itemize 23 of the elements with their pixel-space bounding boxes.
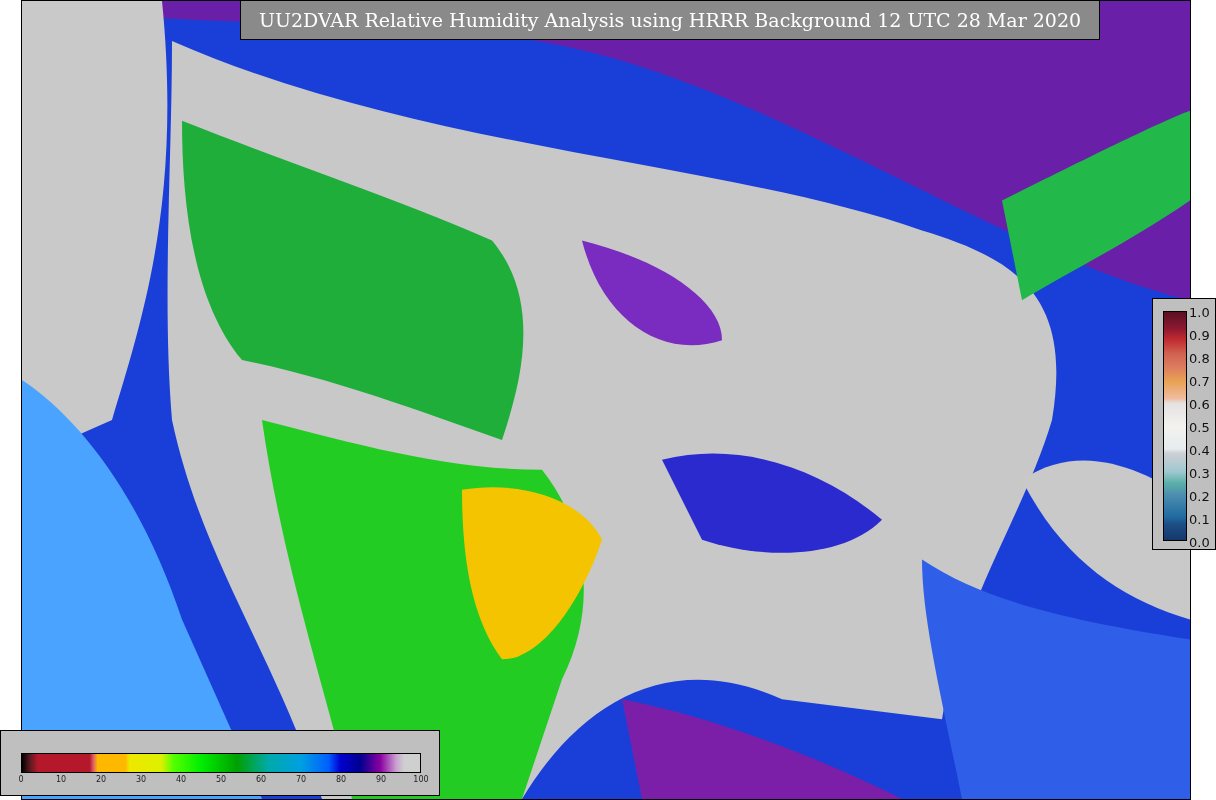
tick-label: 0.5 <box>1189 419 1210 437</box>
tick-label: 60 <box>255 775 267 784</box>
tick-label: 30 <box>135 775 147 784</box>
tick-label: 0.4 <box>1189 442 1210 460</box>
tick-label: 50 <box>215 775 227 784</box>
tick-label: 0.6 <box>1189 396 1210 414</box>
tick-label: 80 <box>335 775 347 784</box>
map-title: UU2DVAR Relative Humidity Analysis using HRRR Background 12 UTC 28 Mar 2020 <box>240 0 1100 40</box>
tick-label: 20 <box>95 775 107 784</box>
tick-label: 70 <box>295 775 307 784</box>
tick-label: 10 <box>55 775 67 784</box>
tick-label: 100 <box>413 775 429 784</box>
tick-label: 0.9 <box>1189 327 1210 345</box>
tick-label: 0.7 <box>1189 373 1210 391</box>
tick-label: 0.1 <box>1189 511 1210 529</box>
tick-label: 40 <box>175 775 187 784</box>
tick-label: 0.8 <box>1189 350 1210 368</box>
tick-label: 0.0 <box>1189 534 1210 552</box>
tick-label: 0.3 <box>1189 465 1210 483</box>
tick-label: 0.2 <box>1189 488 1210 506</box>
tick-label: 1.0 <box>1189 304 1210 322</box>
tick-label: 0 <box>18 775 24 784</box>
tick-label: 90 <box>375 775 387 784</box>
